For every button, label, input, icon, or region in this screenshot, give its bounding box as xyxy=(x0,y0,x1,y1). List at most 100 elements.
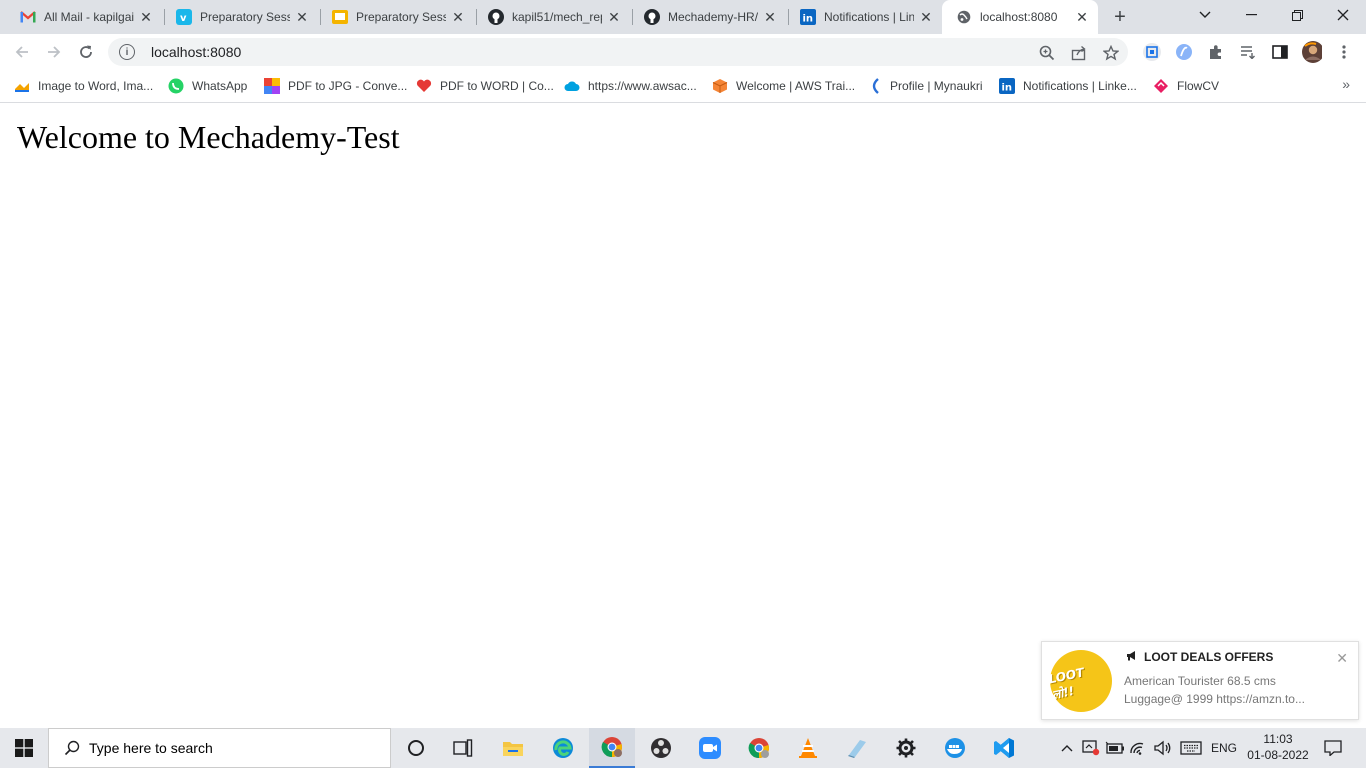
close-icon[interactable]: ✕ xyxy=(294,9,310,25)
url-text: localhost:8080 xyxy=(151,44,242,60)
close-icon[interactable]: ✕ xyxy=(450,9,466,25)
tab-linkedin-notifications[interactable]: in Notifications | Lin ✕ xyxy=(786,0,942,34)
battery-button[interactable] xyxy=(1104,728,1126,768)
bookmark-flowcv[interactable]: FlowCV xyxy=(1153,76,1219,96)
close-icon[interactable]: ✕ xyxy=(606,9,622,25)
chrome-taskbar-button[interactable] xyxy=(589,728,635,768)
tab-localhost[interactable]: localhost:8080 ✕ xyxy=(942,0,1098,34)
vscode-button[interactable] xyxy=(981,728,1027,768)
github-icon xyxy=(488,9,504,25)
bookmark-mynaukri[interactable]: Profile | Mynaukri xyxy=(866,76,982,96)
zoom-app-button[interactable] xyxy=(687,728,733,768)
page-title: Welcome to Mechademy-Test xyxy=(17,119,400,155)
docker-button[interactable] xyxy=(932,728,978,768)
forward-button[interactable] xyxy=(40,38,68,66)
extension-icon[interactable] xyxy=(1174,42,1194,62)
toast-line: American Tourister 68.5 cms xyxy=(1124,674,1276,688)
tab-title: Preparatory Sessi xyxy=(200,10,290,24)
search-icon xyxy=(63,739,81,757)
back-button[interactable] xyxy=(8,38,36,66)
app-button[interactable] xyxy=(834,728,880,768)
zoom-icon[interactable] xyxy=(1038,44,1056,62)
tab-github-mech-rep[interactable]: kapil51/mech_rep ✕ xyxy=(474,0,630,34)
start-button[interactable] xyxy=(0,728,48,768)
notepad-icon xyxy=(848,740,866,758)
close-icon[interactable]: ✕ xyxy=(918,9,934,25)
tab-preparatory-slides[interactable]: Preparatory Sessi ✕ xyxy=(318,0,474,34)
menu-dots-icon[interactable] xyxy=(1334,42,1354,62)
svg-text:v: v xyxy=(180,13,187,24)
obs-button[interactable] xyxy=(638,728,684,768)
info-icon[interactable]: i xyxy=(119,44,135,60)
action-center-button[interactable] xyxy=(1318,728,1348,768)
tab-title: localhost:8080 xyxy=(980,10,1058,24)
minimize-button[interactable] xyxy=(1228,0,1274,30)
tray-app-button[interactable] xyxy=(1080,728,1102,768)
bookmark-awsac[interactable]: https://www.awsac... xyxy=(564,76,697,96)
bookmark-label: Profile | Mynaukri xyxy=(890,79,983,93)
flowcv-icon xyxy=(1153,78,1169,94)
puzzle-icon[interactable] xyxy=(1206,42,1226,62)
tab-preparatory-vimeo[interactable]: v Preparatory Sessi ✕ xyxy=(162,0,318,34)
close-icon[interactable]: ✕ xyxy=(1074,9,1090,25)
volume-button[interactable] xyxy=(1152,728,1174,768)
bookmark-aws-training[interactable]: Welcome | AWS Trai... xyxy=(712,76,855,96)
new-tab-button[interactable]: + xyxy=(1108,5,1132,29)
keyboard-button[interactable] xyxy=(1178,728,1204,768)
restore-button[interactable] xyxy=(1274,0,1320,30)
close-window-button[interactable] xyxy=(1320,0,1366,30)
share-icon[interactable] xyxy=(1070,44,1088,62)
tab-gmail[interactable]: All Mail - kapilgai ✕ xyxy=(6,0,162,34)
taskbar-clock[interactable]: 11:03 01-08-2022 xyxy=(1246,731,1310,763)
task-view-button[interactable] xyxy=(440,728,486,768)
bookmark-whatsapp[interactable]: WhatsApp xyxy=(168,76,247,96)
clock-date: 01-08-2022 xyxy=(1247,748,1309,762)
bookmarks-overflow-icon[interactable]: » xyxy=(1342,76,1350,92)
bookmark-pdf-to-jpg[interactable]: PDF to JPG - Conve... xyxy=(264,76,407,96)
bookmark-label: PDF to JPG - Conve... xyxy=(288,79,408,93)
close-icon[interactable]: ✕ xyxy=(138,9,154,25)
tab-title: All Mail - kapilgai xyxy=(44,10,134,24)
file-explorer-button[interactable] xyxy=(490,728,536,768)
colorgrid-icon xyxy=(264,78,280,94)
screenshot-extension-icon[interactable] xyxy=(1142,42,1162,62)
notification-icon xyxy=(1324,740,1342,756)
loot-logo: LOOT लो!! xyxy=(1047,650,1112,712)
notification-toast[interactable]: LOOT लो!! LOOT DEALS OFFERS American Tou… xyxy=(1041,641,1359,720)
side-panel-icon[interactable] xyxy=(1270,42,1290,62)
logo-text: LOOT लो!! xyxy=(1047,664,1086,702)
naukri-icon xyxy=(866,78,882,94)
chrome-icon xyxy=(601,737,622,758)
globe-icon xyxy=(956,9,972,25)
vimeo-icon: v xyxy=(176,9,192,25)
show-hidden-icons-button[interactable] xyxy=(1058,728,1076,768)
search-placeholder: Type here to search xyxy=(89,740,213,756)
bookmark-pdf-to-word[interactable]: PDF to WORD | Co... xyxy=(416,76,554,96)
megaphone-icon xyxy=(1126,650,1138,664)
reading-list-icon[interactable] xyxy=(1238,42,1258,62)
edge-button[interactable] xyxy=(540,728,586,768)
reload-button[interactable] xyxy=(72,38,100,66)
avatar[interactable] xyxy=(1302,41,1322,63)
cortana-button[interactable] xyxy=(393,728,439,768)
bookmark-linkedin[interactable]: in Notifications | Linke... xyxy=(999,76,1137,96)
vlc-button[interactable] xyxy=(785,728,831,768)
bookmark-image-to-word[interactable]: Image to Word, Ima... xyxy=(14,76,153,96)
chrome-profile-button[interactable] xyxy=(736,728,782,768)
toast-line: Luggage@ 1999 https://amzn.to... xyxy=(1124,692,1305,706)
star-icon[interactable] xyxy=(1102,44,1120,62)
bookmark-label: https://www.awsac... xyxy=(588,79,697,93)
bookmarks-bar: Image to Word, Ima... WhatsApp PDF to JP… xyxy=(0,70,1366,103)
close-icon[interactable]: ✕ xyxy=(1336,650,1348,667)
tab-title: kapil51/mech_rep xyxy=(512,10,602,24)
address-bar[interactable]: i localhost:8080 xyxy=(108,38,1128,66)
language-indicator[interactable]: ENG xyxy=(1208,728,1240,768)
tab-search-button[interactable] xyxy=(1182,0,1228,30)
taskbar-search[interactable]: Type here to search xyxy=(48,728,391,768)
network-button[interactable] xyxy=(1128,728,1150,768)
close-icon[interactable]: ✕ xyxy=(762,9,778,25)
page-content: Welcome to Mechademy-Test xyxy=(0,103,1366,728)
vlc-cone-icon xyxy=(799,738,817,758)
tab-github-mechademy-hr[interactable]: Mechademy-HR/ ✕ xyxy=(630,0,786,34)
settings-button[interactable] xyxy=(883,728,929,768)
